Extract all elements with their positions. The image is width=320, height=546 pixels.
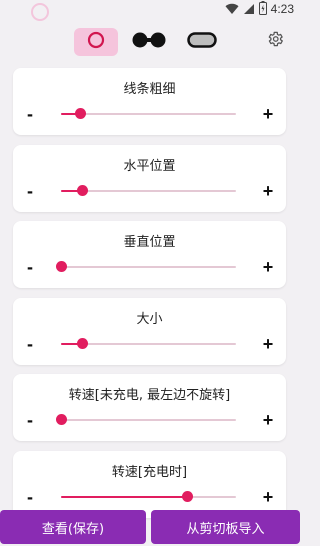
speed-charging-slider[interactable] — [61, 491, 236, 502]
decrease-button[interactable]: - — [20, 104, 40, 124]
bottom-action-bar: 查看(保存) 从剪切板导入 — [0, 510, 300, 546]
panel-title: 转速[未充电, 最左边不旋转] — [68, 388, 231, 403]
decrease-button[interactable]: - — [20, 487, 40, 507]
slider-fill — [61, 496, 187, 498]
slider-track — [61, 266, 236, 268]
panel-title: 大小 — [136, 312, 163, 327]
settings-button[interactable] — [264, 30, 286, 52]
status-time: 4:23 — [270, 2, 294, 16]
panel-line-thickness: 线条粗细 - + — [13, 68, 286, 135]
status-bar: 4:23 — [0, 0, 300, 22]
slider-track — [61, 113, 236, 115]
speed-not-charging-slider[interactable] — [55, 414, 236, 425]
battery-charging-icon — [258, 0, 267, 19]
gear-icon — [266, 30, 284, 52]
slider-thumb[interactable] — [181, 491, 193, 502]
tab-pill-mode[interactable] — [180, 28, 224, 56]
slider-thumb[interactable] — [55, 414, 67, 425]
decrease-button[interactable]: - — [20, 334, 40, 354]
panel-speed-charging: 转速[充电时] - + — [13, 451, 286, 518]
slider-thumb[interactable] — [76, 185, 88, 196]
panel-title: 垂直位置 — [123, 235, 176, 250]
increase-button[interactable]: + — [258, 104, 278, 124]
increase-button[interactable]: + — [258, 487, 278, 507]
panel-horizontal-position: 水平位置 - + — [13, 145, 286, 212]
tab-dual-dot-mode[interactable] — [127, 28, 171, 56]
decrease-button[interactable]: - — [20, 257, 40, 277]
panel-size: 大小 - + — [13, 298, 286, 365]
ring-icon — [87, 31, 105, 53]
pill-icon — [187, 32, 217, 52]
line-thickness-slider[interactable] — [61, 108, 236, 119]
slider-thumb[interactable] — [74, 108, 86, 119]
panel-title: 转速[充电时] — [111, 465, 188, 480]
increase-button[interactable]: + — [258, 181, 278, 201]
horizontal-position-slider[interactable] — [61, 185, 236, 196]
wifi-icon — [225, 0, 239, 19]
dual-dot-icon — [132, 32, 166, 52]
decrease-button[interactable]: - — [20, 181, 40, 201]
decrease-button[interactable]: - — [20, 410, 40, 430]
size-slider[interactable] — [61, 338, 236, 349]
increase-button[interactable]: + — [258, 410, 278, 430]
mode-selector — [0, 28, 300, 58]
import-clipboard-button[interactable]: 从剪切板导入 — [151, 510, 300, 544]
slider-thumb[interactable] — [76, 338, 88, 349]
panel-vertical-position: 垂直位置 - + — [13, 221, 286, 288]
slider-track — [61, 419, 236, 421]
increase-button[interactable]: + — [258, 334, 278, 354]
increase-button[interactable]: + — [258, 257, 278, 277]
ring-indicator-icon — [31, 3, 49, 21]
view-save-button[interactable]: 查看(保存) — [0, 510, 146, 544]
panel-speed-not-charging: 转速[未充电, 最左边不旋转] - + — [13, 374, 286, 441]
status-icons: 4:23 — [225, 0, 294, 19]
slider-thumb[interactable] — [55, 261, 67, 272]
vertical-position-slider[interactable] — [55, 261, 236, 272]
panel-title: 线条粗细 — [123, 82, 176, 97]
panel-title: 水平位置 — [123, 159, 176, 174]
signal-icon — [243, 0, 255, 19]
tab-ring-mode[interactable] — [74, 28, 118, 56]
